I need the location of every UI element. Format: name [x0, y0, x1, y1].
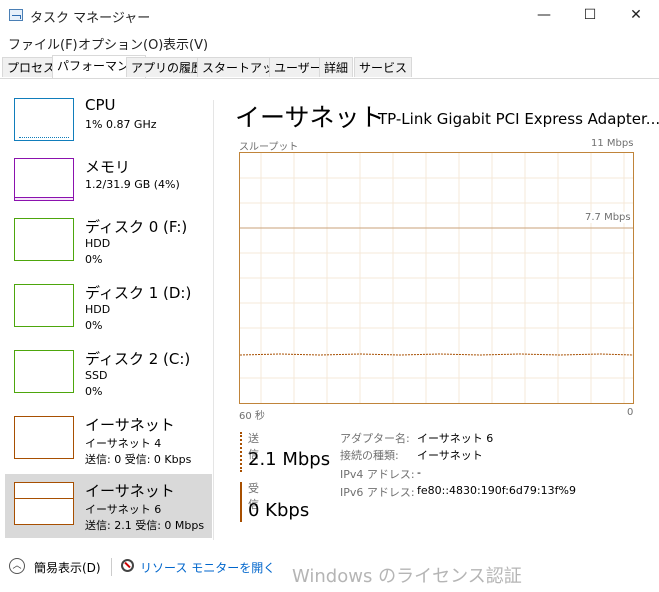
ethernet-6-thumbnail-line	[15, 498, 73, 499]
detail-value: イーサネット	[417, 449, 483, 462]
sidebar-item-type: SSD	[85, 369, 108, 382]
send-value: 2.1 Mbps	[248, 449, 331, 470]
minimize-button[interactable]: —	[521, 0, 567, 31]
graph-label: スループット	[239, 142, 299, 153]
fewer-details-link[interactable]: 簡易表示(D)	[34, 559, 101, 576]
sidebar-item-adapter: イーサネット 4	[85, 437, 162, 450]
detail-value: fe80::4830:190f:6d79:13f%9	[417, 484, 576, 497]
graph-mid-label: 7.7 Mbps	[585, 212, 631, 223]
sidebar-item-name: イーサネット	[85, 482, 175, 500]
send-indicator	[240, 432, 242, 472]
sidebar-item-disk-0[interactable]: ディスク 0 (F:) HDD 0%	[5, 212, 212, 276]
sidebar-item-detail: 1.2/31.9 GB (4%)	[85, 178, 180, 191]
sidebar-item-name: ディスク 0 (F:)	[85, 218, 188, 236]
ethernet-4-thumbnail	[14, 416, 74, 459]
sidebar-item-name: メモリ	[85, 158, 131, 176]
resource-monitor-link[interactable]: リソース モニターを開く	[140, 559, 275, 576]
disk-1-thumbnail	[14, 284, 74, 327]
detail-key: 接続の種類:	[340, 449, 399, 462]
throughput-graph: 7.7 Mbps	[239, 152, 634, 404]
cpu-thumbnail	[14, 98, 74, 141]
task-manager-icon	[9, 9, 23, 21]
detail-key: IPv6 アドレス:	[340, 486, 415, 499]
sidebar-item-usage: 0%	[85, 319, 103, 332]
disk-0-thumbnail	[14, 218, 74, 261]
sidebar-item-name: イーサネット	[85, 416, 175, 434]
sidebar-item-throughput: 送信: 0 受信: 0 Kbps	[85, 453, 192, 466]
tab-details[interactable]: 詳細	[319, 57, 354, 77]
sidebar-item-type: HDD	[85, 303, 111, 316]
sidebar-item-adapter: イーサネット 6	[85, 503, 162, 516]
throughput-graph-canvas	[240, 153, 633, 403]
sidebar-item-usage: 0%	[85, 253, 103, 266]
tab-bar: プロセス パフォーマンス アプリの履歴 スタートアップ ユーザー 詳細 サービス	[0, 55, 659, 79]
sidebar-item-disk-1[interactable]: ディスク 1 (D:) HDD 0%	[5, 278, 212, 342]
detail-value: イーサネット 6	[417, 432, 494, 445]
receive-value: 0 Kbps	[248, 500, 310, 521]
sidebar-item-cpu[interactable]: CPU 1% 0.87 GHz	[5, 92, 212, 156]
graph-time-left: 60 秒	[239, 411, 265, 422]
sidebar: CPU 1% 0.87 GHz メモリ 1.2/31.9 GB (4%) ディス…	[0, 92, 215, 542]
window-title: タスク マネージャー	[30, 11, 151, 26]
sidebar-item-disk-2[interactable]: ディスク 2 (C:) SSD 0%	[5, 344, 212, 408]
graph-time-right: 0	[627, 407, 634, 418]
receive-indicator	[240, 482, 242, 522]
panel-title: イーサネット	[235, 103, 385, 132]
detail-key: アダプター名:	[340, 432, 410, 445]
menu-view[interactable]: 表示(V)	[163, 34, 208, 53]
disk-2-thumbnail	[14, 350, 74, 393]
sidebar-item-ethernet-4[interactable]: イーサネット イーサネット 4 送信: 0 受信: 0 Kbps	[5, 410, 212, 474]
menu-file[interactable]: ファイル(F)	[8, 34, 78, 53]
sidebar-item-detail: 1% 0.87 GHz	[85, 118, 157, 131]
tab-app-history[interactable]: アプリの履歴	[126, 57, 209, 77]
resource-monitor-icon	[121, 559, 134, 572]
footer-divider	[111, 558, 112, 576]
activation-watermark: Windows のライセンス認証	[292, 566, 522, 587]
memory-thumbnail-fill	[15, 197, 73, 200]
detail-key: IPv4 アドレス:	[340, 468, 415, 481]
tab-services[interactable]: サービス	[354, 57, 413, 77]
sidebar-item-memory[interactable]: メモリ 1.2/31.9 GB (4%)	[5, 152, 212, 216]
title-bar: タスク マネージャー — ☐ ✕	[0, 0, 659, 31]
ethernet-6-thumbnail	[14, 482, 74, 525]
adapter-name: TP-Link Gigabit PCI Express Adapter...	[378, 110, 659, 128]
sidebar-item-type: HDD	[85, 237, 111, 250]
sidebar-item-usage: 0%	[85, 385, 103, 398]
cpu-thumbnail-line	[19, 137, 69, 138]
sidebar-item-name: ディスク 1 (D:)	[85, 284, 192, 302]
sidebar-item-throughput: 送信: 2.1 受信: 0 Mbps	[85, 519, 205, 532]
menu-bar: ファイル(F) オプション(O) 表示(V)	[0, 31, 659, 53]
menu-options[interactable]: オプション(O)	[78, 34, 163, 53]
graph-max-label: 11 Mbps	[591, 138, 634, 149]
sidebar-item-name: CPU	[85, 96, 116, 114]
detail-value: -	[417, 466, 421, 479]
memory-thumbnail	[14, 158, 74, 201]
sidebar-item-ethernet-6[interactable]: イーサネット イーサネット 6 送信: 2.1 受信: 0 Mbps	[5, 474, 212, 538]
chevron-up-icon[interactable]: ︿	[9, 558, 25, 574]
sidebar-item-name: ディスク 2 (C:)	[85, 350, 191, 368]
maximize-button[interactable]: ☐	[567, 0, 613, 31]
close-button[interactable]: ✕	[613, 0, 659, 31]
resource-monitor-icon-needle	[124, 561, 131, 569]
